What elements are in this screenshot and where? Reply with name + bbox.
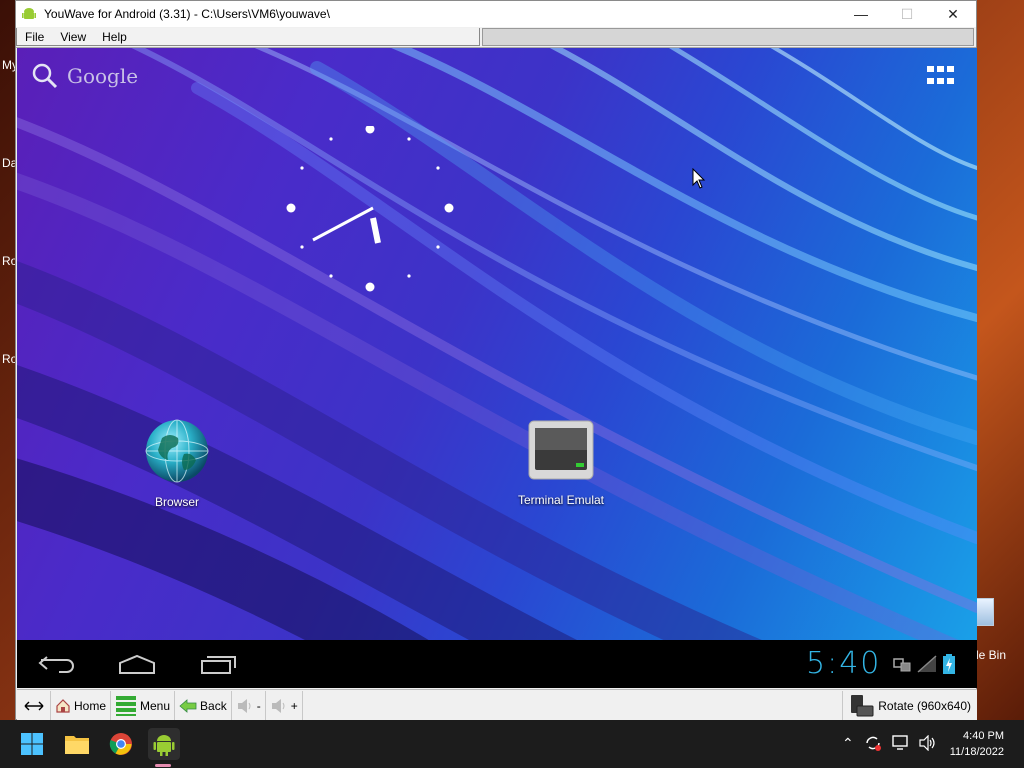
battery-icon (943, 654, 955, 674)
house-icon (56, 698, 70, 713)
home-label: Home (74, 698, 107, 713)
window-title: YouWave for Android (3.31) - C:\Users\VM… (44, 7, 330, 21)
youwave-window: YouWave for Android (3.31) - C:\Users\VM… (15, 0, 977, 721)
menu-label: Menu (140, 698, 171, 713)
search-icon (32, 63, 58, 89)
file-explorer-button[interactable] (61, 728, 93, 760)
taskbar-clock[interactable]: 4:40 PM 11/18/2022 (936, 728, 1004, 760)
menu-bar: File View Help (16, 27, 976, 48)
menu-button[interactable]: Menu (111, 690, 176, 721)
back-button[interactable]: Back (175, 690, 232, 721)
signal-icon (917, 655, 937, 673)
volume-icon[interactable] (918, 735, 936, 751)
app-label: Browser (154, 495, 199, 509)
android-icon (20, 5, 38, 23)
folder-icon (65, 736, 89, 754)
resize-button[interactable] (17, 690, 51, 721)
app-label: Terminal Emulat (517, 493, 605, 507)
mouse-cursor-icon (692, 168, 706, 189)
speaker-icon (271, 698, 285, 713)
google-label: Google (67, 64, 139, 88)
emulator-toolbar: Home Menu Back - + Rotate (960x640) (17, 689, 977, 721)
network-icon (893, 658, 911, 672)
android-home-button[interactable] (107, 648, 167, 680)
menu-file[interactable]: File (17, 30, 52, 44)
browser-app[interactable]: Browser (117, 418, 237, 509)
network-icon[interactable] (892, 735, 910, 751)
rotate-button[interactable]: Rotate (960x640) (842, 690, 977, 721)
home-button[interactable]: Home (51, 690, 112, 721)
windows-taskbar: ⌃ 4:40 PM 11/18/2022 (0, 720, 1024, 768)
minimize-button[interactable]: — (838, 1, 884, 27)
volume-up-button[interactable]: + (266, 690, 303, 721)
analog-clock-widget[interactable] (285, 126, 455, 296)
menu-view[interactable]: View (52, 30, 94, 44)
android-navigation-bar: 5:40 (17, 640, 977, 688)
wallpaper-waves (17, 48, 977, 640)
back-arrow-icon (179, 698, 197, 713)
youwave-taskbar-button[interactable] (148, 728, 180, 760)
clock-date: 11/18/2022 (949, 746, 1004, 758)
active-app-indicator (155, 764, 171, 767)
title-bar[interactable]: YouWave for Android (3.31) - C:\Users\VM… (16, 1, 976, 27)
speaker-icon (237, 698, 251, 713)
globe-icon (145, 419, 209, 483)
android-recents-button[interactable] (189, 648, 249, 680)
terminal-icon (528, 420, 594, 480)
sync-icon[interactable] (864, 734, 882, 752)
menu-bar-filler (482, 28, 974, 46)
google-search-bar[interactable]: Google (31, 62, 138, 90)
terminal-emulator-app[interactable]: Terminal Emulat (501, 420, 621, 507)
rotate-label: Rotate (960x640) (878, 698, 971, 713)
chrome-button[interactable] (105, 728, 137, 760)
maximize-button[interactable]: ☐ (884, 1, 930, 27)
resize-arrows-icon (24, 701, 43, 710)
rotate-device-icon (851, 694, 874, 716)
menu-lines-icon (116, 695, 137, 716)
android-icon (153, 735, 175, 756)
windows-logo-icon (21, 733, 43, 755)
recycle-bin-label: le Bin (976, 648, 1007, 662)
android-back-button[interactable] (27, 648, 87, 680)
close-button[interactable]: ✕ (930, 1, 976, 27)
volume-down-button[interactable]: - (232, 690, 266, 721)
chevron-up-icon[interactable]: ⌃ (842, 735, 854, 752)
android-status-time: 5:40 (806, 646, 882, 681)
clock-time: 4:40 PM (963, 730, 1004, 742)
volume-down-label: - (256, 698, 261, 713)
menu-help[interactable]: Help (94, 30, 135, 44)
android-home-screen[interactable]: Google Browser Terminal Emulat (17, 48, 977, 640)
start-button[interactable] (16, 728, 48, 760)
back-label: Back (200, 698, 227, 713)
back-arrow-icon (38, 656, 74, 673)
chrome-icon (109, 733, 132, 755)
recent-apps-icon (201, 656, 236, 674)
home-icon (119, 654, 155, 674)
volume-up-label: + (290, 698, 298, 713)
app-drawer-icon[interactable] (927, 66, 955, 86)
